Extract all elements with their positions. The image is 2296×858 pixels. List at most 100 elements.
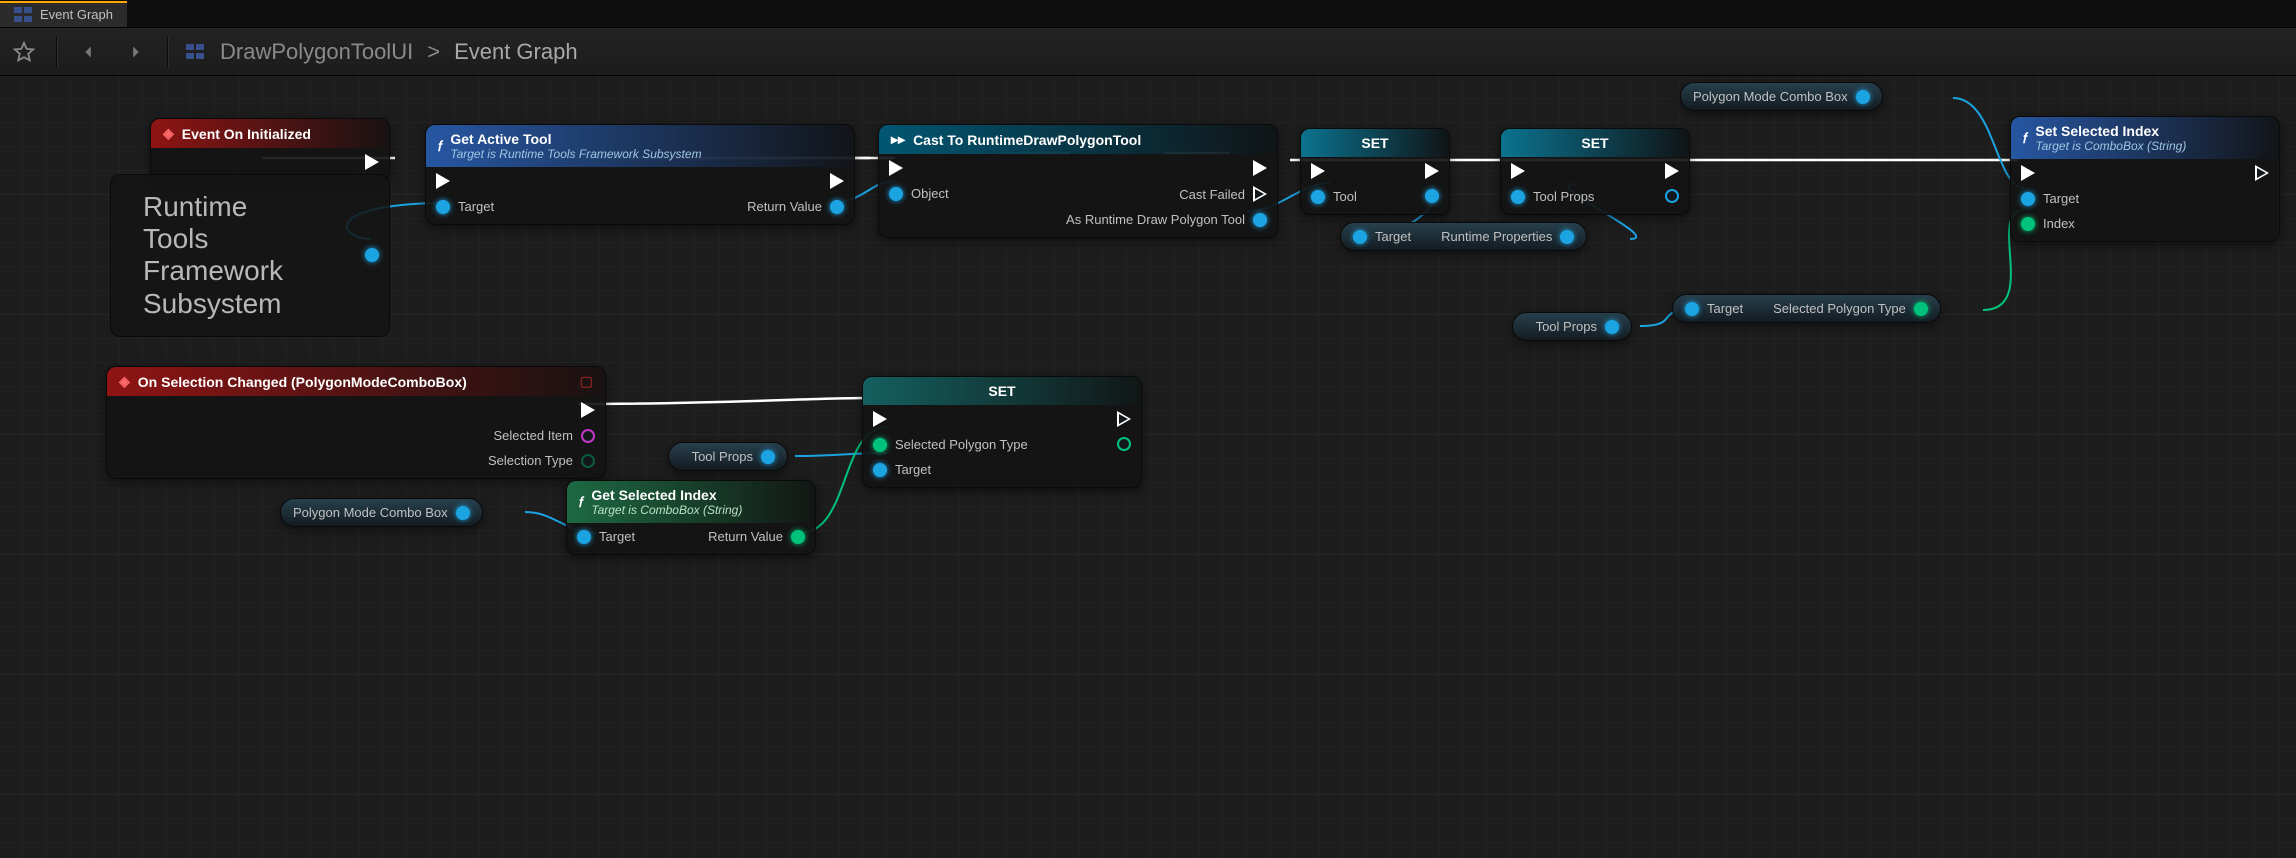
breadcrumb-item[interactable]: DrawPolygonToolUI — [220, 39, 413, 65]
target-pin[interactable] — [873, 463, 887, 477]
node-cast-to[interactable]: ▸▸ Cast To RuntimeDrawPolygonTool Object… — [878, 124, 1278, 238]
exec-pin-out[interactable] — [1117, 411, 1131, 427]
node-var-tool-props-2[interactable]: Tool Props — [668, 442, 788, 471]
target-pin[interactable] — [1685, 302, 1699, 316]
pin-label: Cast Failed — [1179, 187, 1245, 202]
exec-pin-out[interactable] — [365, 154, 379, 170]
exec-pin-in[interactable] — [873, 411, 887, 427]
node-header: SET — [1301, 129, 1449, 157]
node-subtitle: Target is ComboBox (String) — [591, 503, 742, 517]
node-var-tool-props[interactable]: Tool Props — [1512, 312, 1632, 341]
target-pin[interactable] — [436, 200, 450, 214]
sel-poly-pin[interactable] — [873, 438, 887, 452]
breadcrumb-separator: > — [427, 39, 440, 65]
pin-label: Selected Polygon Type — [895, 437, 1028, 452]
node-subsystem-variable[interactable]: Runtime Tools Framework Subsystem — [110, 174, 390, 337]
exec-pin-out[interactable] — [581, 402, 595, 418]
node-runtime-properties[interactable]: Target Runtime Properties — [1340, 222, 1587, 251]
index-pin[interactable] — [2021, 217, 2035, 231]
output-pin[interactable] — [456, 506, 470, 520]
breadcrumb-current: Event Graph — [454, 39, 578, 65]
node-event-on-initialized[interactable]: ◈ Event On Initialized — [150, 118, 390, 181]
tab-event-graph[interactable]: Event Graph — [0, 1, 127, 27]
node-header: ◈ Event On Initialized — [151, 119, 389, 148]
node-title: Cast To RuntimeDrawPolygonTool — [913, 132, 1141, 148]
return-pin[interactable] — [830, 200, 844, 214]
toolprops-pin-in[interactable] — [1511, 190, 1525, 204]
pin-label: Target — [458, 199, 494, 214]
output-pin[interactable] — [1914, 302, 1928, 316]
node-set-selected-index[interactable]: 𝑓 Set Selected Index Target is ComboBox … — [2010, 116, 2280, 242]
nav-back-icon[interactable] — [75, 38, 103, 66]
node-title: On Selection Changed (PolygonModeComboBo… — [138, 374, 467, 390]
node-set-tool-props[interactable]: SET Tool Props — [1500, 128, 1690, 215]
favorite-star-icon[interactable] — [10, 38, 38, 66]
target-pin[interactable] — [577, 530, 591, 544]
pin-label: Return Value — [708, 529, 783, 544]
set-label: SET — [1581, 135, 1608, 151]
selection-type-pin[interactable] — [581, 454, 595, 468]
node-selected-polygon-type[interactable]: Target Selected Polygon Type — [1672, 294, 1941, 323]
pin-label: Tool — [1333, 189, 1357, 204]
exec-pin-in[interactable] — [436, 173, 450, 189]
toolprops-pin-out[interactable] — [1665, 189, 1679, 203]
toolbar-separator — [56, 37, 57, 67]
node-title: Get Selected Index — [591, 487, 742, 503]
node-subtitle: Target is Runtime Tools Framework Subsys… — [450, 147, 701, 161]
node-event-on-selection-changed[interactable]: ◈ On Selection Changed (PolygonModeCombo… — [106, 366, 606, 479]
exec-pin-in[interactable] — [2021, 165, 2035, 181]
output-pin[interactable] — [1605, 320, 1619, 334]
pin-label: Target — [599, 529, 635, 544]
text: Subsystem — [143, 288, 343, 320]
node-get-selected-index[interactable]: 𝑓 Get Selected Index Target is ComboBox … — [566, 480, 816, 555]
text: Runtime — [143, 191, 343, 223]
tool-pin-in[interactable] — [1311, 190, 1325, 204]
exec-pin-in[interactable] — [1511, 163, 1525, 179]
output-pin[interactable] — [1856, 90, 1870, 104]
pin-label: Target — [1707, 301, 1743, 316]
output-pin[interactable] — [761, 450, 775, 464]
exec-pin-out[interactable] — [2255, 165, 2269, 181]
as-pin[interactable] — [1253, 213, 1267, 227]
node-subtitle: Target is ComboBox (String) — [2035, 139, 2186, 153]
target-pin[interactable] — [1353, 230, 1367, 244]
node-set-tool[interactable]: SET Tool — [1300, 128, 1450, 215]
node-var-polygon-mode-combo-box-2[interactable]: Polygon Mode Combo Box — [280, 498, 483, 527]
node-var-polygon-mode-combo-box[interactable]: Polygon Mode Combo Box — [1680, 82, 1883, 111]
exec-pin-out[interactable] — [1425, 163, 1439, 179]
node-header: SET — [1501, 129, 1689, 157]
output-pin[interactable] — [365, 248, 379, 262]
node-header: ▸▸ Cast To RuntimeDrawPolygonTool — [879, 125, 1277, 154]
exec-pin-in[interactable] — [1311, 163, 1325, 179]
output-pin[interactable] — [1560, 230, 1574, 244]
pin-label: Tool Props — [1536, 319, 1597, 334]
target-pin[interactable] — [2021, 192, 2035, 206]
exec-pin-cast-failed[interactable] — [1253, 186, 1267, 202]
exec-pin-in[interactable] — [889, 160, 903, 176]
sel-poly-out-pin[interactable] — [1117, 437, 1131, 451]
object-pin[interactable] — [889, 187, 903, 201]
exec-pin-out[interactable] — [1253, 160, 1267, 176]
breadcrumb: DrawPolygonToolUI > Event Graph — [186, 39, 578, 65]
exec-pin-out[interactable] — [830, 173, 844, 189]
node-get-active-tool[interactable]: 𝑓 Get Active Tool Target is Runtime Tool… — [425, 124, 855, 225]
text: Tools — [143, 223, 343, 255]
pin-label: Target — [895, 462, 931, 477]
text: Framework — [143, 255, 343, 287]
nav-forward-icon[interactable] — [121, 38, 149, 66]
tab-label: Event Graph — [40, 7, 113, 22]
node-set-selected-polygon-type[interactable]: SET Selected Polygon Type Target — [862, 376, 1142, 488]
exec-pin-out[interactable] — [1665, 163, 1679, 179]
toolbar: DrawPolygonToolUI > Event Graph — [0, 28, 2296, 76]
node-header: 𝑓 Get Selected Index Target is ComboBox … — [567, 481, 815, 523]
tab-bar: Event Graph — [0, 0, 2296, 28]
toolbar-separator — [167, 37, 168, 67]
graph-canvas[interactable]: ◈ Event On Initialized Runtime Tools Fra… — [0, 76, 2296, 858]
pin-label: Selection Type — [488, 453, 573, 468]
tool-pin-out[interactable] — [1425, 189, 1439, 203]
node-header: 𝑓 Set Selected Index Target is ComboBox … — [2011, 117, 2279, 159]
return-pin[interactable] — [791, 530, 805, 544]
selected-item-pin[interactable] — [581, 429, 595, 443]
pin-label: Target — [2043, 191, 2079, 206]
pin-label: Tool Props — [692, 449, 753, 464]
